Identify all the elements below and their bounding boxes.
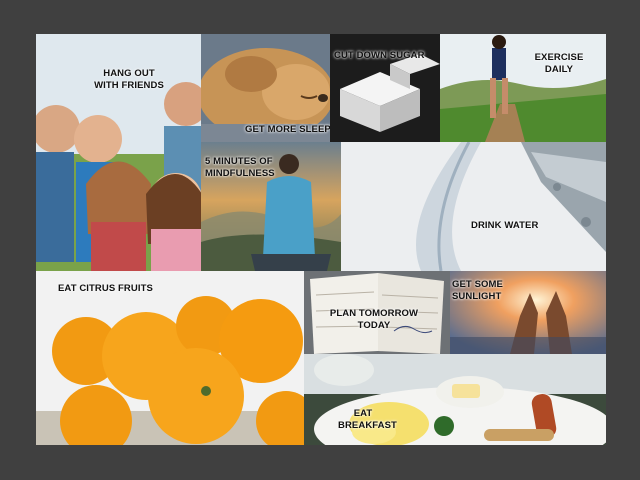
sunlight-label: GET SOME SUNLIGHT (452, 279, 503, 302)
mindfulness-label: 5 MINUTES OF MINDFULNESS (205, 156, 275, 179)
oranges-photo (36, 271, 304, 445)
exercise-label: EXERCISE DAILY (534, 52, 584, 75)
plan-label: PLAN TOMORROW TODAY (329, 308, 419, 331)
water-label: DRINK WATER (471, 220, 539, 231)
friends-tile: HANG OUT WITH FRIENDS (36, 34, 201, 271)
citrus-tile: EAT CITRUS FRUITS (36, 271, 304, 445)
breakfast-label: EAT BREAKFAST (338, 408, 397, 431)
runner-photo (440, 34, 606, 142)
plan-tile: PLAN TOMORROW TODAY (304, 271, 450, 354)
citrus-label: EAT CITRUS FRUITS (58, 283, 153, 294)
friends-label: HANG OUT WITH FRIENDS (94, 68, 164, 91)
breakfast-tile: EAT BREAKFAST (304, 354, 606, 445)
sugar-label: CUT DOWN SUGAR (334, 50, 425, 61)
sleep-tile: GET MORE SLEEP (201, 34, 330, 142)
water-glass-photo (341, 142, 606, 271)
mood-board: HANG OUT WITH FRIENDS GET MORE SLEEP CUT… (36, 34, 606, 445)
sunlight-tile: GET SOME SUNLIGHT (450, 271, 606, 354)
sleep-label: GET MORE SLEEP (245, 124, 330, 135)
mindfulness-tile: 5 MINUTES OF MINDFULNESS (201, 142, 341, 271)
exercise-tile: EXERCISE DAILY (440, 34, 606, 142)
sugar-tile: CUT DOWN SUGAR (330, 34, 440, 142)
water-tile: DRINK WATER (341, 142, 606, 271)
